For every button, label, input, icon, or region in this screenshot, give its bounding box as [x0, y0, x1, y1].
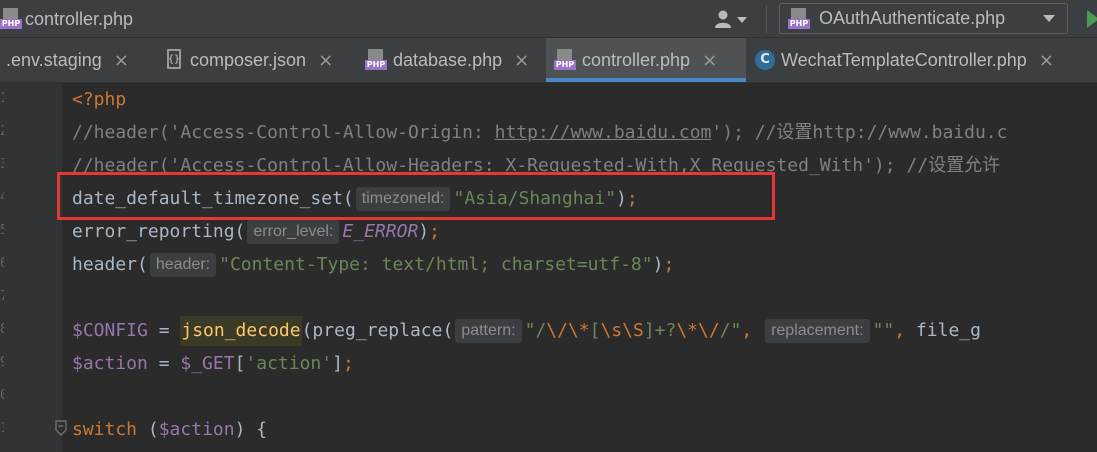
- php-open-tag: <?php: [72, 89, 127, 110]
- php-file-icon: PHP: [788, 7, 810, 30]
- code-line: <?php: [72, 85, 126, 115]
- open-bracket: [: [234, 353, 246, 374]
- class-icon: C: [755, 50, 775, 70]
- line-number: 0: [0, 388, 4, 403]
- line-number: 1: [0, 91, 4, 106]
- function-call: (preg_replace(: [301, 320, 454, 341]
- comma: ,: [894, 320, 916, 341]
- keyword: switch: [72, 419, 138, 440]
- close-paren-brace: ) {: [234, 419, 268, 440]
- constant: E_ERROR: [342, 221, 419, 242]
- annotation-highlight-box: [57, 172, 775, 220]
- regex-escape: \s\S: [600, 320, 644, 341]
- tab-label: .env.staging: [6, 49, 102, 70]
- close-bracket: ]: [332, 353, 343, 374]
- line-number: 4: [0, 190, 4, 205]
- user-menu-button[interactable]: [713, 8, 753, 30]
- regex-text: [: [589, 320, 601, 341]
- tab-label: controller.php: [582, 49, 691, 70]
- parameter-hint: replacement:: [765, 319, 870, 343]
- code-line: $CONFIG = json_decode (preg_replace(patte…: [72, 316, 981, 346]
- parameter-hint: error_level:: [247, 220, 340, 244]
- semicolon: ;: [429, 221, 440, 242]
- function-call: error_reporting(: [72, 221, 246, 242]
- string-literal: "/: [524, 320, 547, 341]
- close-paren: ): [652, 254, 664, 275]
- variable: $action: [158, 419, 235, 440]
- function-call-highlighted: json_decode: [180, 316, 302, 346]
- line-number: 3: [0, 157, 4, 172]
- tab-label: composer.json: [190, 49, 307, 70]
- tab-label: WechatTemplateController.php: [781, 49, 1027, 70]
- regex-text: ]+?: [643, 320, 677, 341]
- editor-gutter[interactable]: 1 2 3 4 5 6 7 8 9 0 1: [0, 83, 62, 452]
- editor-tab-bar: .env.staging × {} composer.json × PHP da…: [0, 38, 1097, 83]
- string-literal: 'action': [245, 353, 333, 374]
- close-icon[interactable]: ×: [318, 50, 333, 71]
- close-paren: ): [418, 221, 430, 242]
- open-paren: (: [137, 419, 159, 440]
- code-editor[interactable]: <?php //header('Access-Control-Allow-Ori…: [62, 83, 1097, 452]
- tab-label: database.php: [393, 49, 503, 70]
- run-configuration-selector[interactable]: PHP OAuthAuthenticate.php: [779, 3, 1068, 34]
- comment-text: //header('Access-Control-Allow-Origin:: [72, 122, 495, 143]
- code-line: $action = $_GET['action'];: [72, 349, 354, 379]
- tab-database-php[interactable]: PHP database.php ×: [357, 38, 545, 82]
- function-call: file_g: [915, 320, 981, 341]
- parameter-hint: header:: [149, 253, 217, 277]
- parameter-hint: pattern:: [455, 319, 522, 343]
- line-number: 5: [0, 223, 4, 238]
- line-number: 9: [0, 355, 4, 370]
- close-icon[interactable]: ×: [514, 50, 529, 71]
- semicolon: ;: [342, 353, 354, 374]
- tab-composer-json[interactable]: {} composer.json ×: [158, 38, 356, 82]
- string-literal: /": [719, 320, 742, 341]
- code-line: error_reporting(error_level: E_ERROR);: [72, 217, 440, 247]
- line-number: 1: [0, 421, 4, 436]
- comment-text: '); //设置http://www.baidu.c: [711, 122, 1008, 143]
- regex-escape: \/\*: [546, 320, 590, 341]
- string-literal: "": [872, 320, 895, 341]
- line-number: 6: [0, 256, 4, 271]
- navigation-bar: PHP controller.php PHP OAuthAuthenticate…: [0, 0, 1097, 38]
- php-file-icon: PHP: [554, 49, 576, 71]
- close-icon[interactable]: ×: [702, 50, 717, 71]
- php-file-icon: PHP: [0, 8, 22, 30]
- function-call: header(: [72, 254, 148, 275]
- php-file-icon: PHP: [365, 49, 387, 71]
- chevron-down-icon: [1043, 15, 1055, 22]
- comment-url-link[interactable]: http://www.baidu.com: [495, 118, 712, 148]
- breadcrumb-file-label: controller.php: [25, 8, 134, 29]
- breadcrumb-file[interactable]: PHP controller.php: [0, 6, 133, 32]
- user-icon: [715, 10, 747, 28]
- superglobal-variable: $_GET: [180, 353, 235, 374]
- operator: =: [147, 320, 181, 341]
- tab-env-staging[interactable]: .env.staging ×: [0, 38, 152, 82]
- line-number: 8: [0, 322, 4, 337]
- semicolon: ;: [663, 254, 675, 275]
- code-line: header(header: "Content-Type: text/html; …: [72, 250, 674, 280]
- line-number: 2: [0, 124, 4, 139]
- close-icon[interactable]: ×: [114, 50, 129, 71]
- close-icon[interactable]: ×: [1039, 50, 1054, 71]
- json-file-icon: {}: [166, 49, 184, 71]
- run-icon[interactable]: [1087, 10, 1097, 28]
- run-configuration-label: OAuthAuthenticate.php: [819, 8, 1006, 28]
- tab-wechat-template-controller[interactable]: C WechatTemplateController.php ×: [747, 38, 1097, 82]
- tab-controller-php[interactable]: PHP controller.php ×: [546, 38, 746, 82]
- code-line: //header('Access-Control-Allow-Origin: h…: [72, 118, 1007, 148]
- line-number: 7: [0, 289, 4, 304]
- code-line: switch ($action) {: [72, 415, 267, 445]
- operator: =: [147, 353, 181, 374]
- regex-escape: \*\/: [676, 320, 720, 341]
- toolbar-separator: [766, 5, 767, 33]
- variable: $CONFIG: [72, 320, 148, 341]
- fold-icon[interactable]: [55, 420, 67, 436]
- comma: ,: [741, 320, 764, 341]
- string-literal: "Content-Type: text/html; charset=utf-8": [219, 254, 653, 275]
- variable: $action: [72, 353, 148, 374]
